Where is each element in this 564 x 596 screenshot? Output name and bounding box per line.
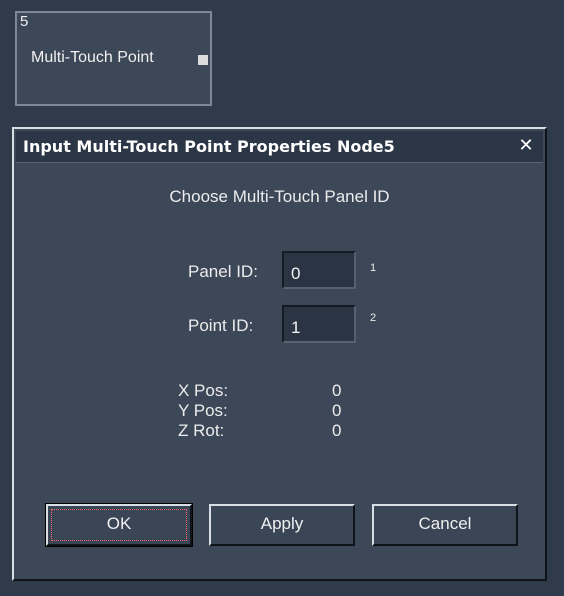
point-id-input[interactable] bbox=[282, 305, 356, 343]
dialog-heading: Choose Multi-Touch Panel ID bbox=[169, 187, 390, 206]
cancel-button-label: Cancel bbox=[418, 514, 472, 533]
node-label: Multi-Touch Point bbox=[31, 49, 154, 66]
dialog-title: Input Multi-Touch Point Properties Node5 bbox=[23, 137, 395, 156]
x-pos-value: 0 bbox=[332, 381, 342, 400]
panel-id-input[interactable] bbox=[282, 251, 356, 289]
output-port[interactable] bbox=[198, 55, 208, 65]
point-id-label: Point ID: bbox=[188, 316, 254, 335]
apply-button-label: Apply bbox=[260, 514, 304, 533]
dialog-titlebar[interactable]: Input Multi-Touch Point Properties Node5… bbox=[16, 131, 543, 163]
z-rot-label: Z Rot: bbox=[178, 421, 225, 440]
focus-ring bbox=[51, 509, 187, 541]
cancel-button[interactable]: Cancel bbox=[372, 504, 518, 546]
x-pos-label: X Pos: bbox=[178, 381, 229, 400]
panel-id-label: Panel ID: bbox=[188, 262, 258, 281]
node-number: 5 bbox=[20, 13, 29, 30]
ok-button[interactable]: OK bbox=[45, 503, 193, 547]
multi-touch-point-node[interactable]: 5 Multi-Touch Point bbox=[15, 11, 212, 106]
properties-dialog: Input Multi-Touch Point Properties Node5… bbox=[12, 127, 547, 581]
apply-button[interactable]: Apply bbox=[209, 504, 355, 546]
close-icon[interactable]: ✕ bbox=[517, 137, 535, 155]
workspace-canvas: 5 Multi-Touch Point Input Multi-Touch Po… bbox=[0, 0, 564, 596]
point-id-index: 2 bbox=[370, 312, 377, 324]
z-rot-value: 0 bbox=[332, 421, 342, 440]
panel-id-index: 1 bbox=[370, 262, 377, 274]
y-pos-value: 0 bbox=[332, 401, 342, 420]
y-pos-label: Y Pos: bbox=[178, 401, 228, 420]
